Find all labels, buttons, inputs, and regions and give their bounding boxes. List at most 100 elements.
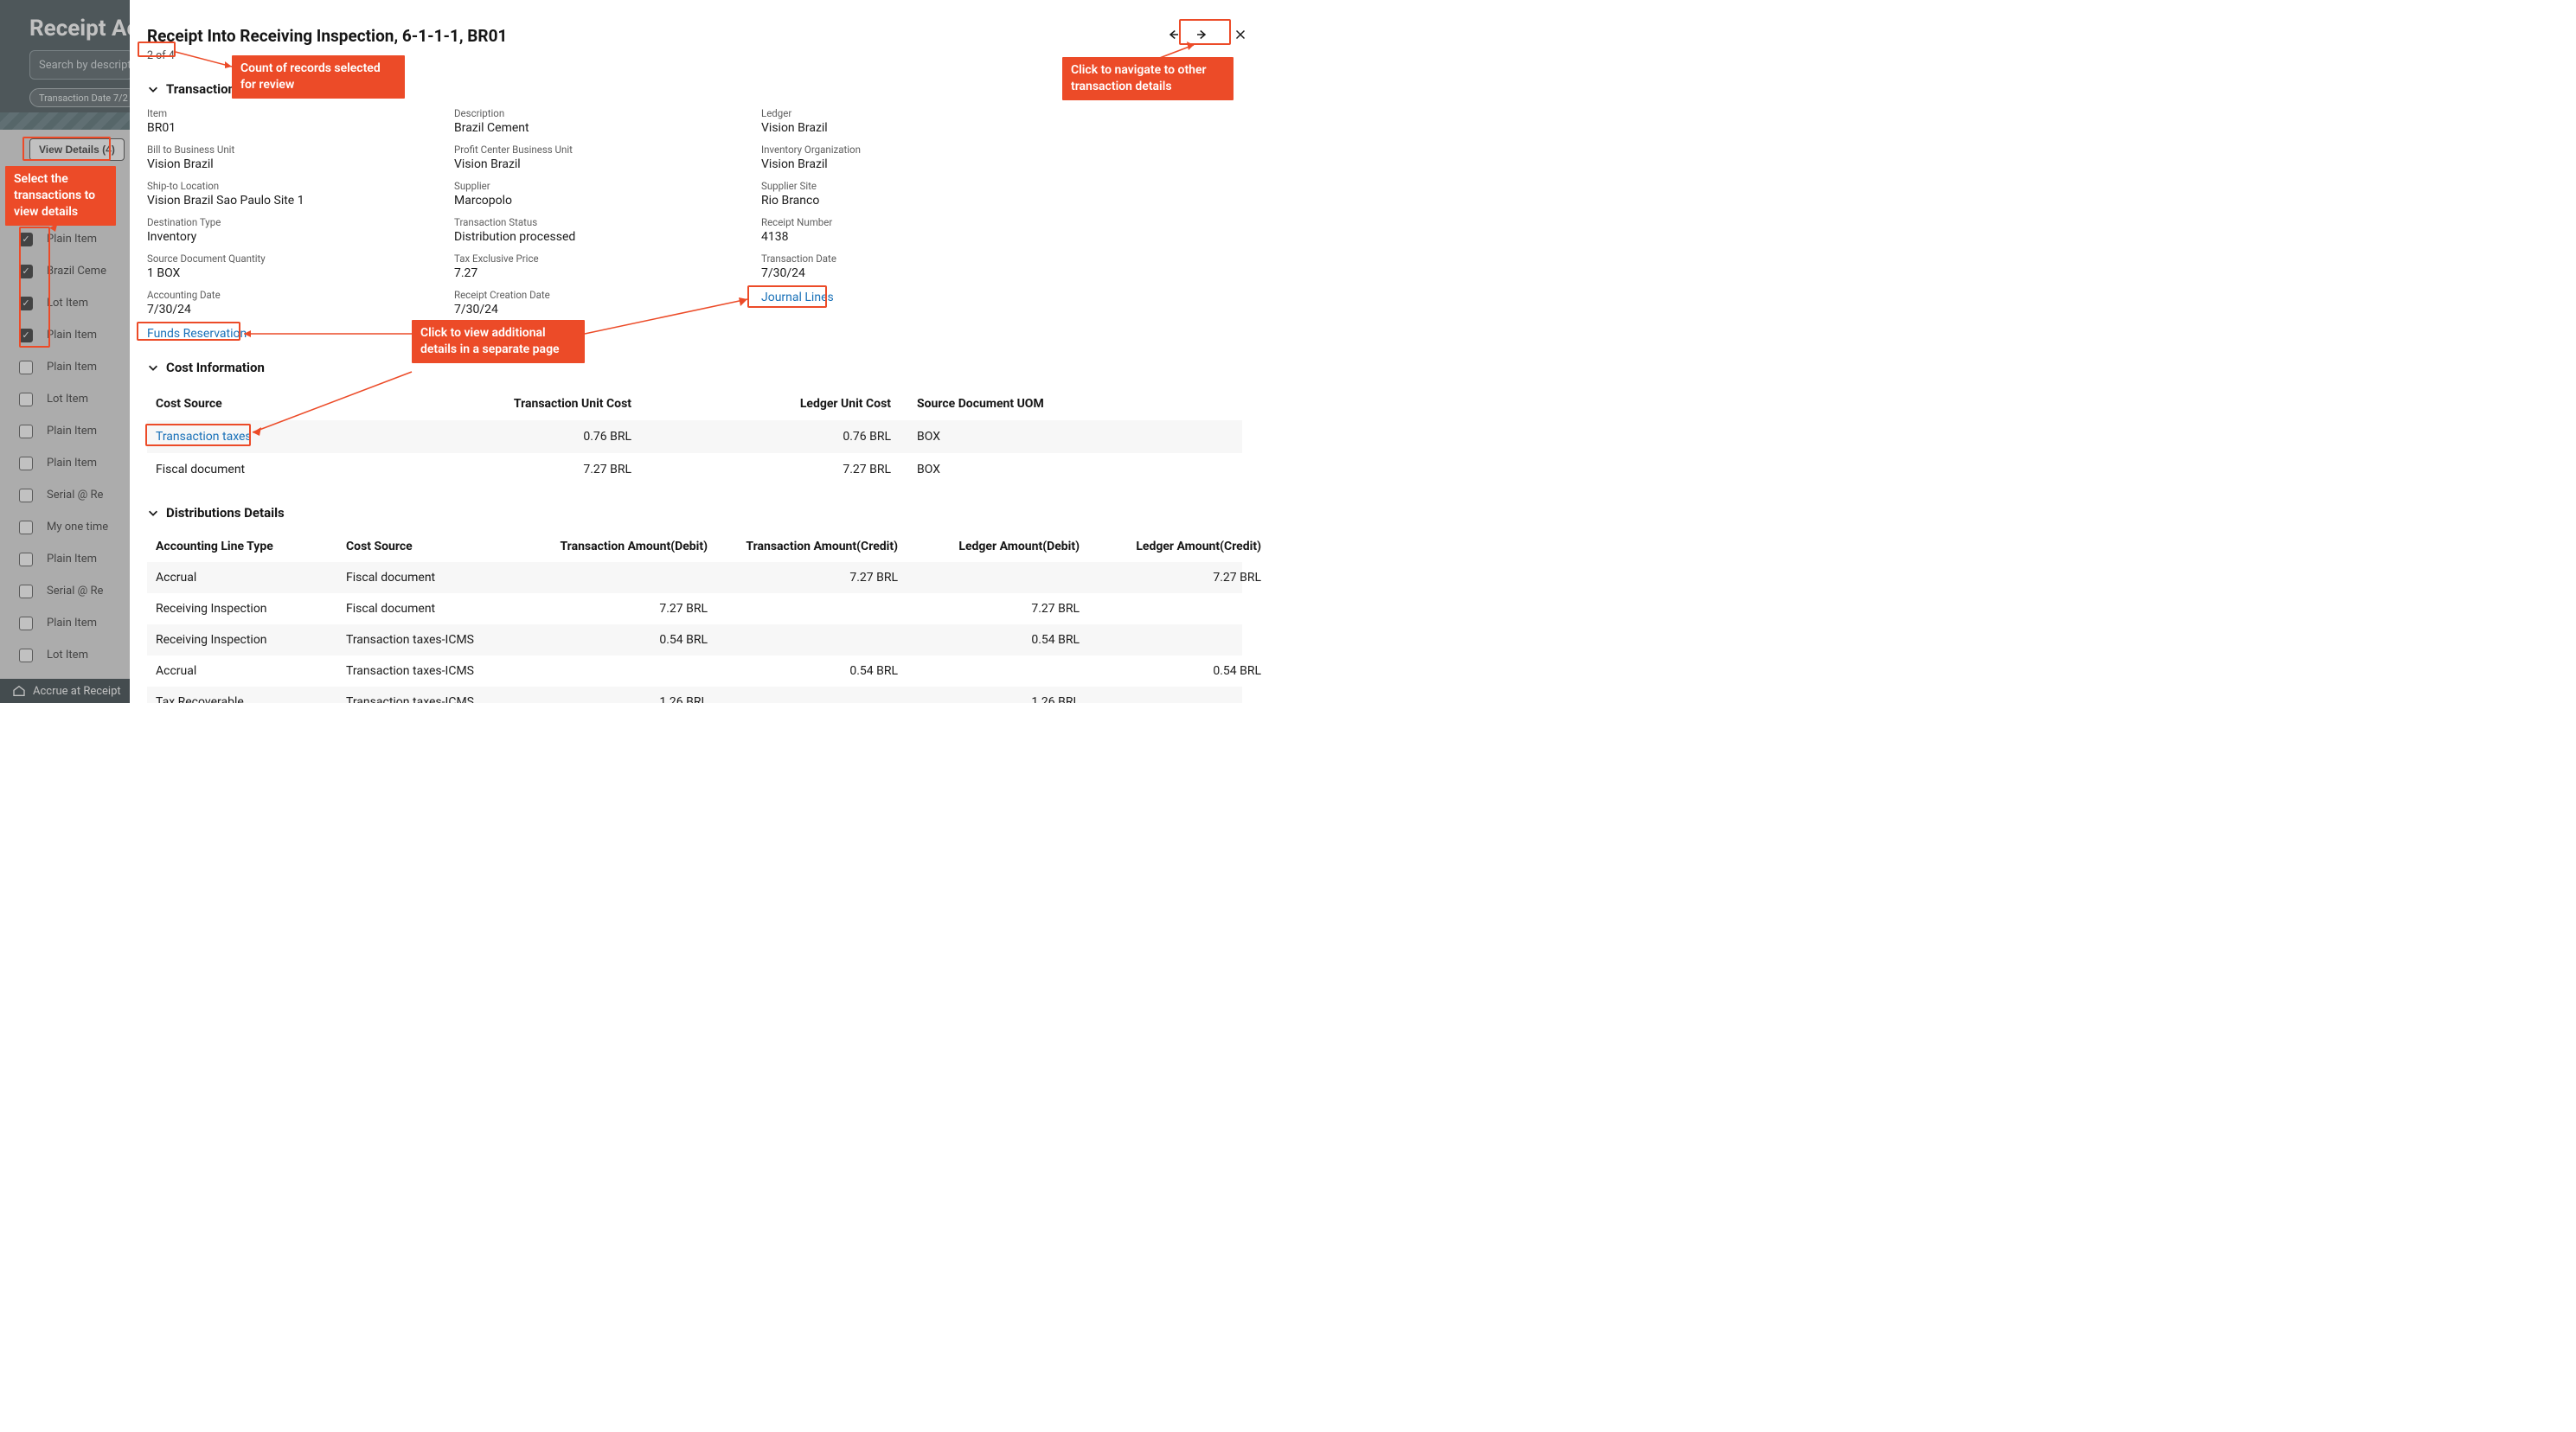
dist-row: Receiving InspectionTransaction taxes-IC…: [147, 624, 1242, 655]
checkbox[interactable]: [19, 649, 33, 662]
list-item[interactable]: Plain Item: [19, 415, 131, 447]
ledger-unit-cost: 7.27 BRL: [657, 463, 917, 476]
field-funds-reservation: Funds Reservation: [147, 325, 454, 341]
checkbox[interactable]: [19, 457, 33, 470]
cost-source: Transaction taxes-ICMS: [346, 664, 528, 678]
txn-credit: 0.54 BRL: [718, 664, 908, 678]
list-item-label: Plain Item: [47, 233, 97, 246]
list-item-label: Plain Item: [47, 425, 97, 438]
section-transaction-details: Transaction details Item BR01 Descriptio…: [147, 81, 1242, 341]
checkbox[interactable]: [19, 393, 33, 406]
checkbox[interactable]: [19, 489, 33, 502]
list-item-label: Serial @ Re: [47, 585, 103, 598]
journal-lines-link[interactable]: Journal Lines: [761, 291, 834, 304]
field-source-qty: Source Document Quantity 1 BOX: [147, 253, 454, 280]
ledger-credit: 0.54 BRL: [1090, 664, 1263, 678]
field-bill-to-bu: Bill to Business Unit Vision Brazil: [147, 144, 454, 171]
field-profit-center-bu: Profit Center Business Unit Vision Brazi…: [454, 144, 761, 171]
list-item[interactable]: Plain Item: [19, 447, 131, 479]
list-item-label: Brazil Ceme: [47, 265, 106, 278]
dist-row: AccrualFiscal document7.27 BRL7.27 BRL: [147, 562, 1242, 593]
acct-line-type: Tax Recoverable: [156, 695, 346, 703]
dist-row: AccrualTransaction taxes-ICMS0.54 BRL0.5…: [147, 655, 1242, 687]
list-item-label: Plain Item: [47, 617, 97, 630]
annot-extra-links: Click to view additional details in a se…: [412, 320, 585, 363]
list-item[interactable]: Plain Item: [19, 607, 131, 639]
ledger-debit: 1.26 BRL: [908, 695, 1090, 703]
list-item[interactable]: My one time: [19, 511, 131, 543]
checkbox[interactable]: ✓: [19, 233, 33, 246]
checkbox[interactable]: [19, 425, 33, 438]
checkbox[interactable]: [19, 617, 33, 630]
section-distributions-details: Distributions Details Accounting Line Ty…: [147, 505, 1242, 703]
list-item[interactable]: ✓Lot Item: [19, 287, 131, 319]
checkbox[interactable]: [19, 553, 33, 566]
filter-chip-transaction-date[interactable]: Transaction Date 7/2: [29, 88, 138, 107]
list-item-label: Serial @ Re: [47, 489, 103, 502]
ledger-debit: 0.54 BRL: [908, 633, 1090, 647]
page-title-truncated: Receipt Ac: [29, 16, 138, 42]
prev-record-button[interactable]: [1159, 21, 1187, 48]
col-ledger-credit: Ledger Amount(Credit): [1090, 540, 1263, 553]
annot-select: Select the transactions to view details: [5, 166, 116, 226]
list-item[interactable]: Lot Item: [19, 383, 131, 415]
field-transaction-status: Transaction Status Distribution processe…: [454, 216, 761, 244]
distribution-table: Accounting Line Type Cost Source Transac…: [147, 531, 1242, 703]
list-item-label: Plain Item: [47, 457, 97, 470]
list-item[interactable]: Serial @ Re: [19, 479, 131, 511]
annot-nav: Click to navigate to other transaction d…: [1062, 57, 1234, 100]
dist-row: Receiving InspectionFiscal document7.27 …: [147, 593, 1242, 624]
cost-table-header: Cost Source Transaction Unit Cost Ledger…: [147, 387, 1242, 420]
view-details-button[interactable]: View Details (4): [29, 138, 125, 161]
txn-debit: 0.54 BRL: [528, 633, 718, 647]
checkbox[interactable]: [19, 521, 33, 534]
list-item[interactable]: Serial @ Re: [19, 575, 131, 607]
list-item[interactable]: ✓ Plain Item: [19, 223, 131, 255]
section-header-cost-information[interactable]: Cost Information: [147, 360, 1242, 375]
funds-reservation-link[interactable]: Funds Reservation: [147, 327, 247, 341]
search-input[interactable]: Search by descript: [29, 50, 133, 80]
next-record-button[interactable]: [1189, 21, 1216, 48]
list-item[interactable]: Plain Item: [19, 543, 131, 575]
cost-source: Fiscal document: [346, 571, 528, 585]
list-item-label: Lot Item: [47, 649, 88, 662]
section-header-distributions-details[interactable]: Distributions Details: [147, 505, 1242, 521]
list-item[interactable]: ✓Plain Item: [19, 319, 131, 351]
cost-source-link[interactable]: Transaction taxes: [156, 430, 252, 444]
col-acct-line-type: Accounting Line Type: [156, 540, 346, 553]
list-item[interactable]: Lot Item: [19, 639, 131, 671]
checkbox[interactable]: ✓: [19, 265, 33, 278]
list-item[interactable]: Plain Item: [19, 351, 131, 383]
fields-grid: Item BR01 Description Brazil Cement Ledg…: [147, 107, 1242, 341]
list-item-label: Lot Item: [47, 393, 88, 406]
field-journal-lines: Journal Lines: [761, 289, 1068, 316]
checkbox[interactable]: ✓: [19, 329, 33, 342]
col-txn-unit-cost: Transaction Unit Cost: [398, 397, 657, 411]
bottom-bar-label: Accrue at Receipt: [33, 685, 121, 698]
checkbox[interactable]: ✓: [19, 297, 33, 310]
txn-debit: 1.26 BRL: [528, 695, 718, 703]
list-item-label: My one time: [47, 521, 108, 534]
field-destination-type: Destination Type Inventory: [147, 216, 454, 244]
field-item: Item BR01: [147, 107, 454, 135]
bottom-bar[interactable]: Accrue at Receipt: [0, 679, 130, 703]
cost-row: Fiscal document7.27 BRL7.27 BRLBOX: [147, 453, 1242, 486]
cost-source: Transaction taxes-ICMS: [346, 695, 528, 703]
col-cost-source: Cost Source: [346, 540, 528, 553]
field-ledger: Ledger Vision Brazil: [761, 107, 1068, 135]
section-cost-information: Cost Information Cost Source Transaction…: [147, 360, 1242, 486]
field-receipt-number: Receipt Number 4138: [761, 216, 1068, 244]
col-src-doc-uom: Source Document UOM: [917, 397, 1107, 411]
txn-unit-cost: 0.76 BRL: [398, 430, 657, 444]
field-accounting-date: Accounting Date 7/30/24: [147, 289, 454, 316]
checkbox[interactable]: [19, 585, 33, 598]
list-item[interactable]: ✓ Brazil Ceme: [19, 255, 131, 287]
cost-source: Fiscal document: [156, 463, 398, 476]
search-placeholder: Search by descript: [39, 59, 131, 72]
chevron-down-icon: [147, 361, 159, 374]
acct-line-type: Accrual: [156, 664, 346, 678]
txn-credit: 7.27 BRL: [718, 571, 908, 585]
close-button[interactable]: [1227, 21, 1254, 48]
home-icon: [12, 684, 26, 698]
checkbox[interactable]: [19, 361, 33, 374]
